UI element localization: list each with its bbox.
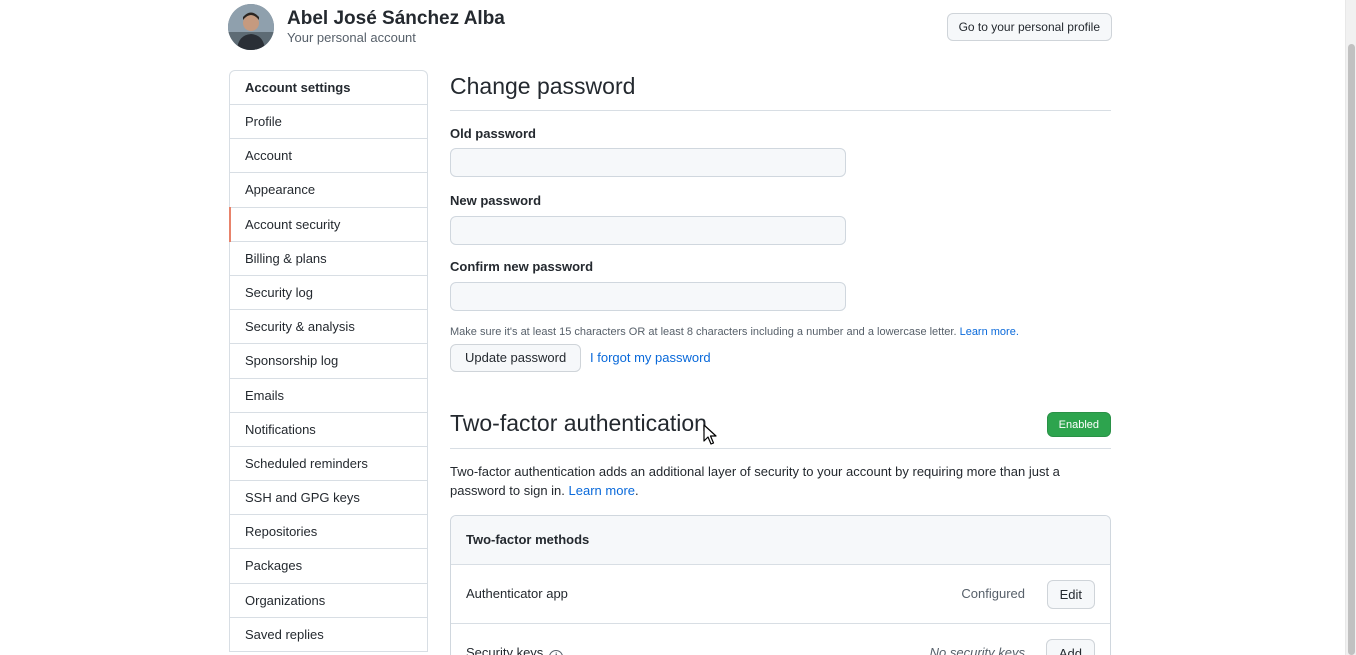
method-status: Configured xyxy=(961,586,1025,601)
settings-sidebar: Account settings Profile Account Appeara… xyxy=(229,70,428,652)
account-header: Abel José Sánchez Alba Your personal acc… xyxy=(228,4,1112,50)
two-factor-description: Two-factor authentication adds an additi… xyxy=(450,462,1111,500)
avatar[interactable] xyxy=(228,4,274,50)
main-content: Change password Old password New passwor… xyxy=(450,70,1111,655)
two-factor-learn-more-link[interactable]: Learn more xyxy=(569,483,635,498)
sidebar-item-repositories[interactable]: Repositories xyxy=(230,515,427,550)
method-row-security-keys: Security keys i No security keys Add xyxy=(451,624,1110,655)
sidebar-item-security-analysis[interactable]: Security & analysis xyxy=(230,310,427,345)
sidebar-item-appearance[interactable]: Appearance xyxy=(230,173,427,208)
sidebar-item-packages[interactable]: Packages xyxy=(230,549,427,584)
update-password-button[interactable]: Update password xyxy=(450,344,582,372)
sidebar-item-notifications[interactable]: Notifications xyxy=(230,413,427,447)
page-scrollbar[interactable] xyxy=(1345,0,1356,655)
method-status: No security keys xyxy=(929,645,1025,655)
sidebar-item-security-log[interactable]: Security log xyxy=(230,276,427,311)
mouse-cursor-icon xyxy=(703,424,717,445)
user-name[interactable]: Abel José Sánchez Alba xyxy=(287,8,505,30)
sidebar-item-profile[interactable]: Profile xyxy=(230,105,427,140)
confirm-password-label: Confirm new password xyxy=(450,259,594,274)
status-badge: Enabled xyxy=(1046,412,1111,437)
user-subtitle: Your personal account xyxy=(287,30,416,45)
password-learn-more-link[interactable]: Learn more. xyxy=(960,326,1019,338)
info-icon[interactable]: i xyxy=(549,650,564,655)
sidebar-item-ssh-gpg-keys[interactable]: SSH and GPG keys xyxy=(230,481,427,516)
method-name: Authenticator app xyxy=(466,586,568,601)
forgot-password-link[interactable]: I forgot my password xyxy=(590,350,711,365)
sidebar-item-account-security[interactable]: Account security xyxy=(229,206,427,242)
methods-heading: Two-factor methods xyxy=(451,516,1110,565)
go-to-profile-button[interactable]: Go to your personal profile xyxy=(946,13,1112,41)
new-password-field[interactable] xyxy=(450,216,846,245)
change-password-title: Change password xyxy=(450,73,636,99)
two-factor-header: Two-factor authentication Enabled xyxy=(450,403,1111,449)
two-factor-period: . xyxy=(635,483,639,498)
sidebar-item-organizations[interactable]: Organizations xyxy=(230,584,427,618)
sidebar-item-scheduled-reminders[interactable]: Scheduled reminders xyxy=(230,447,427,482)
scrollbar-thumb[interactable] xyxy=(1348,44,1355,655)
old-password-field[interactable] xyxy=(450,148,846,177)
sidebar-item-saved-replies[interactable]: Saved replies xyxy=(230,618,427,652)
method-name: Security keys xyxy=(466,645,544,655)
sidebar-item-emails[interactable]: Emails xyxy=(230,379,427,413)
edit-authenticator-button[interactable]: Edit xyxy=(1046,580,1095,609)
add-security-key-button[interactable]: Add xyxy=(1045,639,1095,655)
sidebar-item-sponsorship-log[interactable]: Sponsorship log xyxy=(230,344,427,379)
two-factor-methods-box: Two-factor methods Authenticator app Con… xyxy=(450,515,1111,655)
method-name-wrapper: Security keys i xyxy=(466,645,564,655)
password-hint-text: Make sure it's at least 15 characters OR… xyxy=(450,326,957,338)
password-hint: Make sure it's at least 15 characters OR… xyxy=(450,326,1019,338)
change-password-header: Change password xyxy=(450,70,1111,111)
new-password-label: New password xyxy=(450,193,542,208)
sidebar-heading: Account settings xyxy=(230,71,427,105)
two-factor-title: Two-factor authentication xyxy=(450,410,707,436)
sidebar-item-billing[interactable]: Billing & plans xyxy=(230,242,427,276)
old-password-label: Old password xyxy=(450,126,536,141)
method-row-authenticator: Authenticator app Configured Edit xyxy=(451,565,1110,624)
avatar-image xyxy=(228,4,274,50)
two-factor-description-text: Two-factor authentication adds an additi… xyxy=(450,464,1060,498)
sidebar-item-account[interactable]: Account xyxy=(230,139,427,174)
confirm-password-field[interactable] xyxy=(450,282,846,311)
